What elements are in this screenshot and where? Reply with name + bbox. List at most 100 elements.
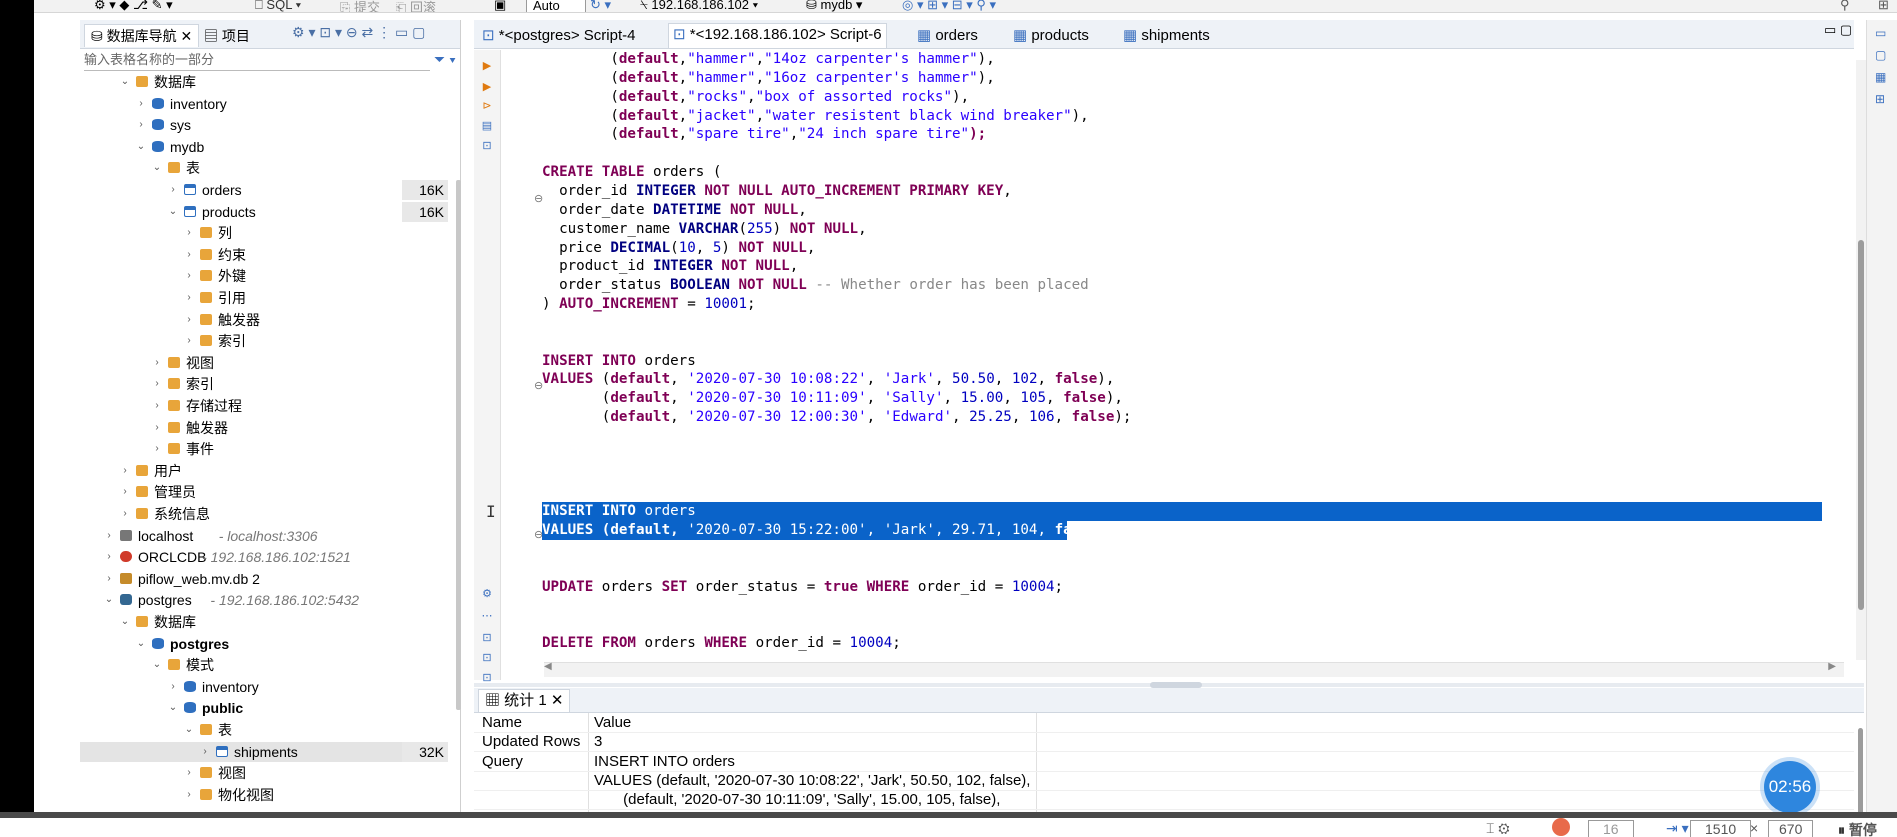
side-panel-icon-2[interactable]: ▢ (1875, 48, 1889, 62)
code-line[interactable]: VALUES (default, '2020-07-30 15:22:00', … (542, 521, 1114, 540)
settings-gear-icon[interactable]: ⚙ (481, 588, 493, 600)
line-number-field[interactable]: 16 (1588, 820, 1634, 837)
pause-label[interactable]: ⏸ 暂停 (1838, 820, 1877, 837)
column-header-value[interactable]: Value (594, 713, 631, 732)
tab-editor-3[interactable]: ▦ products (1009, 25, 1093, 47)
transaction-mode-select[interactable]: Auto (526, 0, 586, 12)
tree-node[interactable]: › shipments 32K (80, 741, 448, 762)
execute-new-tab-icon[interactable]: ⊳ (481, 100, 493, 112)
sql-editor-button[interactable]: ⎕ SQL ▾ (255, 0, 301, 12)
code-line[interactable]: (default,"hammer","14oz carpenter's hamm… (542, 50, 994, 69)
navigator-toolbar[interactable]: ⚙ ▾ ⊡ ▾ ⊖ ⇄ ⋮ ▭ ▢ (292, 24, 425, 41)
chevron-down-icon[interactable]: ⌄ (120, 612, 130, 632)
chevron-right-icon[interactable]: › (120, 461, 130, 481)
chevron-right-icon[interactable]: › (184, 266, 194, 286)
status-icons[interactable]: ⌶ ⚙ (1486, 820, 1510, 837)
chevron-down-icon[interactable]: ⌄ (152, 655, 162, 675)
chevron-down-icon[interactable]: ⌄ (168, 202, 178, 222)
chevron-down-icon[interactable]: ⌄ (104, 590, 114, 610)
database-selector[interactable]: ⛁ mydb ▾ (806, 0, 862, 12)
chevron-right-icon[interactable]: › (120, 482, 130, 502)
commit-button[interactable]: ⎘ 提交 (340, 0, 380, 12)
code-line[interactable]: order_id INTEGER NOT NULL AUTO_INCREMENT… (542, 182, 1012, 201)
tree-node[interactable]: › orders 16K (80, 180, 448, 200)
chevron-right-icon[interactable]: › (152, 374, 162, 394)
import-icon[interactable]: ⊡ (481, 652, 493, 664)
tree-node[interactable]: ⌄ 数据库 (80, 612, 448, 632)
export-icon[interactable]: ⊡ (481, 632, 493, 644)
tree-node[interactable]: ⌄ 模式 (80, 655, 448, 675)
chevron-right-icon[interactable]: › (120, 504, 130, 524)
table-row[interactable]: VALUES (default, '2020-07-30 10:08:22', … (474, 771, 1854, 791)
search-icon[interactable]: ⚲ (1840, 0, 1850, 12)
tab-editor-4[interactable]: ▦ shipments (1119, 25, 1214, 47)
code-line[interactable]: order_status BOOLEAN NOT NULL -- Whether… (542, 276, 1089, 295)
navigator-scrollbar[interactable] (456, 180, 461, 710)
tree-node[interactable]: › 触发器 (80, 418, 448, 438)
tree-node[interactable]: › inventory (80, 677, 448, 697)
connection-selector[interactable]: ⍀ 192.168.186.102 ▾ (640, 0, 758, 12)
tab-editor-1[interactable]: ⊡ *<192.168.186.102> Script-6 (668, 23, 887, 48)
filter-icon[interactable]: ⏷ ▾ (434, 51, 456, 68)
scroll-right-icon[interactable]: ▶ (1828, 661, 1836, 672)
tree-node[interactable]: ⌄ 表 (80, 158, 448, 178)
load-plan-icon[interactable]: ⊡ (481, 140, 493, 152)
table-name-filter-input[interactable]: 输入表格名称的一部分 (84, 50, 430, 71)
table-row[interactable]: Updated Rows 3 (474, 732, 1854, 753)
rollback-button[interactable]: ⎗ 回滚 (396, 0, 436, 12)
tree-node[interactable]: › piflow_web.mv.db 2 (80, 569, 448, 589)
tree-node[interactable]: ⌄ postgres - 192.168.186.102:5432 (80, 590, 448, 610)
tree-node[interactable]: › sys (80, 115, 448, 135)
code-line[interactable]: DELETE FROM orders WHERE order_id = 1000… (542, 634, 901, 653)
tab-database-navigator[interactable]: ⛁ 数据库导航 ✕ (84, 24, 200, 47)
code-line[interactable]: (default, '2020-07-30 10:11:09', 'Sally'… (542, 389, 1123, 408)
code-line[interactable]: (default,"spare tire","24 inch spare tir… (542, 125, 986, 144)
chevron-right-icon[interactable]: › (136, 94, 146, 114)
chevron-right-icon[interactable]: › (168, 180, 178, 200)
more-dots-icon[interactable]: ⋯ (481, 610, 493, 622)
code-line[interactable]: INSERT INTO orders (542, 352, 696, 371)
code-line[interactable]: (default, '2020-07-30 12:00:30', 'Edward… (542, 408, 1132, 427)
tree-node[interactable]: › 视图 (80, 353, 448, 373)
side-panel-icon-1[interactable]: ▭ (1875, 26, 1889, 40)
chevron-right-icon[interactable]: › (184, 763, 194, 783)
tree-node[interactable]: › 列 (80, 223, 448, 243)
tree-node[interactable]: ⌄ mydb (80, 137, 448, 157)
chevron-right-icon[interactable]: › (152, 396, 162, 416)
chevron-down-icon[interactable]: ⌄ (120, 72, 130, 92)
code-line[interactable]: product_id INTEGER NOT NULL, (542, 257, 798, 276)
tree-node[interactable]: › 约束 (80, 245, 448, 265)
chevron-right-icon[interactable]: › (136, 115, 146, 135)
side-panel-icon-3[interactable]: ▦ (1875, 70, 1889, 84)
chevron-right-icon[interactable]: › (184, 331, 194, 351)
history-icon[interactable]: ↻ ▾ (590, 0, 611, 12)
code-line[interactable]: ) AUTO_INCREMENT = 10001; (542, 295, 756, 314)
tree-node[interactable]: › 存储过程 (80, 396, 448, 416)
code-line[interactable]: VALUES (default, '2020-07-30 10:08:22', … (542, 370, 1114, 389)
tree-node[interactable]: ⌄ postgres (80, 634, 448, 654)
tree-node[interactable]: › 视图 (80, 763, 448, 783)
chevron-right-icon[interactable]: › (184, 310, 194, 330)
chevron-down-icon[interactable]: ⌄ (152, 158, 162, 178)
tree-node[interactable]: › localhost - localhost:3306 (80, 526, 448, 546)
tree-node[interactable]: › 系统信息 (80, 504, 448, 524)
tree-node[interactable]: › 事件 (80, 439, 448, 459)
tab-statistics[interactable]: ▦ 统计 1 ✕ (478, 689, 571, 712)
tree-node[interactable]: › 触发器 (80, 310, 448, 330)
chevron-right-icon[interactable]: › (104, 526, 114, 546)
code-line[interactable]: customer_name VARCHAR(255) NOT NULL, (542, 220, 867, 239)
explain-plan-icon[interactable]: ▤ (481, 120, 493, 132)
code-line[interactable]: UPDATE orders SET order_status = true WH… (542, 578, 1063, 597)
tree-node[interactable]: › 用户 (80, 461, 448, 481)
tab-editor-2[interactable]: ▦ orders (913, 25, 982, 47)
tree-node[interactable]: › 管理员 (80, 482, 448, 502)
code-line[interactable]: order_date DATETIME NOT NULL, (542, 201, 807, 220)
execute-statement-icon[interactable]: ▶ (481, 60, 493, 72)
chevron-down-icon[interactable]: ⌄ (136, 137, 146, 157)
tree-node[interactable]: › 外键 (80, 266, 448, 286)
sql-code-editor[interactable]: (default,"hammer","14oz carpenter's hamm… (542, 50, 1822, 682)
tree-node[interactable]: › ORCLCDB - 192.168.186.102:1521 (80, 547, 448, 567)
tree-node[interactable]: ⌄ 表 (80, 720, 448, 740)
tree-node[interactable]: ⌄ public (80, 698, 448, 718)
tree-node[interactable]: › 索引 (80, 374, 448, 394)
